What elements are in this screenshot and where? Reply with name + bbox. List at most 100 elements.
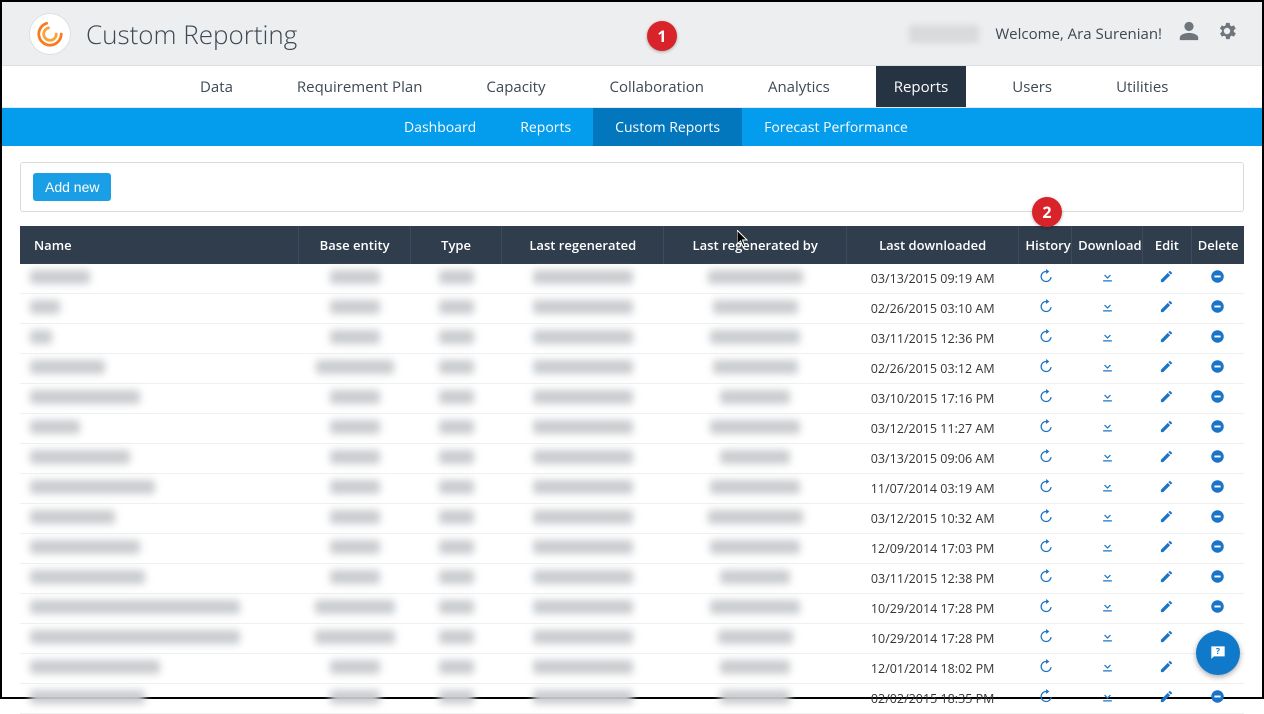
delete-action-icon[interactable] — [1210, 299, 1225, 314]
edit-action-icon[interactable] — [1159, 269, 1174, 284]
edit-action-icon[interactable] — [1159, 569, 1174, 584]
download-action-icon[interactable] — [1100, 269, 1115, 284]
edit-action-icon[interactable] — [1159, 359, 1174, 374]
history-action-icon[interactable] — [1038, 569, 1053, 584]
download-action-icon[interactable] — [1100, 599, 1115, 614]
download-action-icon[interactable] — [1100, 449, 1115, 464]
subnav-item-custom-reports[interactable]: Custom Reports — [593, 108, 742, 146]
download-action-icon[interactable] — [1100, 689, 1115, 704]
edit-action-icon[interactable] — [1159, 479, 1174, 494]
download-action-icon[interactable] — [1100, 539, 1115, 554]
blurred-cell — [20, 594, 299, 624]
delete-action-icon[interactable] — [1210, 539, 1225, 554]
download-action-icon[interactable] — [1100, 629, 1115, 644]
edit-action-icon[interactable] — [1159, 449, 1174, 464]
download-action-icon[interactable] — [1100, 569, 1115, 584]
nav-item-capacity[interactable]: Capacity — [468, 66, 563, 107]
download-action-icon[interactable] — [1100, 419, 1115, 434]
download-action-icon[interactable] — [1100, 329, 1115, 344]
nav-item-utilities[interactable]: Utilities — [1098, 66, 1186, 107]
nav-item-data[interactable]: Data — [182, 66, 251, 107]
edit-action-icon[interactable] — [1159, 599, 1174, 614]
history-action-icon[interactable] — [1038, 629, 1053, 644]
delete-action-icon[interactable] — [1210, 269, 1225, 284]
blurred-cell — [20, 384, 299, 414]
delete-action-icon[interactable] — [1210, 509, 1225, 524]
download-action-cell — [1072, 324, 1143, 354]
col-header-base-entity[interactable]: Base entity — [299, 226, 411, 264]
gear-icon[interactable] — [1216, 20, 1238, 47]
blurred-cell — [299, 534, 411, 564]
history-action-icon[interactable] — [1038, 509, 1053, 524]
download-action-icon[interactable] — [1100, 389, 1115, 404]
history-action-icon[interactable] — [1038, 539, 1053, 554]
col-header-download: Download — [1072, 226, 1143, 264]
add-new-button[interactable]: Add new — [33, 173, 111, 201]
delete-action-icon[interactable] — [1210, 449, 1225, 464]
download-action-icon[interactable] — [1100, 659, 1115, 674]
blurred-cell — [410, 594, 501, 624]
nav-item-collaboration[interactable]: Collaboration — [592, 66, 722, 107]
delete-action-icon[interactable] — [1210, 359, 1225, 374]
edit-action-cell — [1143, 414, 1192, 444]
download-action-icon[interactable] — [1100, 509, 1115, 524]
nav-item-analytics[interactable]: Analytics — [750, 66, 848, 107]
download-action-icon[interactable] — [1100, 479, 1115, 494]
edit-action-icon[interactable] — [1159, 629, 1174, 644]
col-header-name[interactable]: Name — [20, 226, 299, 264]
blurred-cell — [20, 534, 299, 564]
table-row: 02/26/2015 03:10 AM — [20, 294, 1244, 324]
delete-action-icon[interactable] — [1210, 689, 1225, 704]
history-action-icon[interactable] — [1038, 299, 1053, 314]
col-header-type[interactable]: Type — [410, 226, 501, 264]
blurred-cell — [410, 564, 501, 594]
history-action-icon[interactable] — [1038, 389, 1053, 404]
blurred-cell — [299, 414, 411, 444]
blurred-cell — [299, 294, 411, 324]
history-action-icon[interactable] — [1038, 599, 1053, 614]
history-action-icon[interactable] — [1038, 689, 1053, 704]
col-header-last-downloaded[interactable]: Last downloaded — [846, 226, 1018, 264]
nav-item-users[interactable]: Users — [994, 66, 1070, 107]
help-button[interactable]: ? — [1196, 631, 1240, 675]
download-action-icon[interactable] — [1100, 359, 1115, 374]
history-action-icon[interactable] — [1038, 659, 1053, 674]
edit-action-icon[interactable] — [1159, 389, 1174, 404]
cell-last-downloaded: 11/07/2014 03:19 AM — [846, 474, 1018, 504]
reports-table: Name Base entity Type Last regenerated L… — [20, 226, 1244, 714]
delete-action-icon[interactable] — [1210, 389, 1225, 404]
history-action-icon[interactable] — [1038, 419, 1053, 434]
delete-action-cell — [1191, 594, 1244, 624]
col-header-last-regenerated-by[interactable]: Last regenerated by — [664, 226, 847, 264]
nav-item-requirement-plan[interactable]: Requirement Plan — [279, 66, 441, 107]
secondary-nav: DashboardReportsCustom ReportsForecast P… — [2, 108, 1262, 146]
subnav-item-forecast-performance[interactable]: Forecast Performance — [742, 108, 930, 146]
history-action-icon[interactable] — [1038, 449, 1053, 464]
edit-action-icon[interactable] — [1159, 419, 1174, 434]
delete-action-icon[interactable] — [1210, 329, 1225, 344]
nav-item-reports[interactable]: Reports — [876, 66, 967, 107]
delete-action-icon[interactable] — [1210, 569, 1225, 584]
edit-action-icon[interactable] — [1159, 329, 1174, 344]
col-header-last-regenerated[interactable]: Last regenerated — [502, 226, 664, 264]
delete-action-icon[interactable] — [1210, 599, 1225, 614]
history-action-icon[interactable] — [1038, 329, 1053, 344]
delete-action-icon[interactable] — [1210, 419, 1225, 434]
edit-action-icon[interactable] — [1159, 659, 1174, 674]
history-action-icon[interactable] — [1038, 479, 1053, 494]
edit-action-icon[interactable] — [1159, 299, 1174, 314]
delete-action-cell — [1191, 534, 1244, 564]
user-icon[interactable] — [1178, 20, 1200, 47]
blurred-cell — [410, 414, 501, 444]
edit-action-icon[interactable] — [1159, 689, 1174, 704]
subnav-item-dashboard[interactable]: Dashboard — [382, 108, 498, 146]
download-action-icon[interactable] — [1100, 299, 1115, 314]
edit-action-icon[interactable] — [1159, 509, 1174, 524]
subnav-item-reports[interactable]: Reports — [498, 108, 593, 146]
download-action-cell — [1072, 414, 1143, 444]
history-action-icon[interactable] — [1038, 269, 1053, 284]
blurred-cell — [664, 534, 847, 564]
edit-action-icon[interactable] — [1159, 539, 1174, 554]
history-action-icon[interactable] — [1038, 359, 1053, 374]
delete-action-icon[interactable] — [1210, 479, 1225, 494]
